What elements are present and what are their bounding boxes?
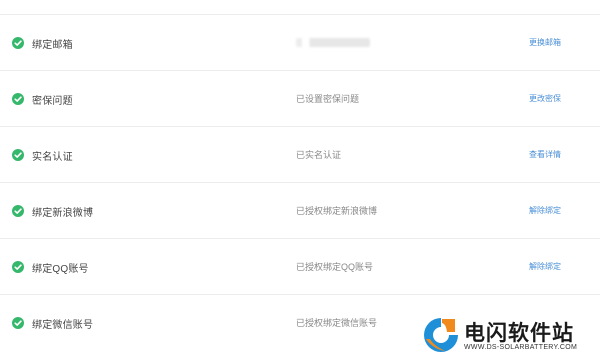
masked-email-value (296, 38, 370, 47)
account-security-list: 绑定邮箱 更换邮箱 密保问题 已设置密保问题 更改密保 实名认证 已实名认证 查… (0, 15, 600, 351)
list-item-qq: 绑定QQ账号 已授权绑定QQ账号 解除绑定 (0, 239, 600, 295)
item-label: 绑定新浪微博 (32, 208, 94, 219)
item-label: 绑定QQ账号 (32, 264, 89, 275)
item-label: 绑定邮箱 (32, 40, 73, 51)
item-status: 已设置密保问题 (296, 94, 360, 104)
view-details-link[interactable]: 查看详情 (529, 149, 561, 160)
logo-icon (421, 315, 461, 355)
item-label: 实名认证 (32, 152, 73, 163)
change-email-link[interactable]: 更换邮箱 (529, 37, 561, 48)
list-item-real-name: 实名认证 已实名认证 查看详情 (0, 127, 600, 183)
watermark-url: WWW.DS-SOLARBATTERY.COM (464, 344, 578, 351)
unbind-qq-link[interactable]: 解除绑定 (529, 261, 561, 272)
item-status: 已实名认证 (296, 150, 342, 160)
check-circle-icon (12, 205, 24, 217)
watermark: 电闪软件站 WWW.DS-SOLARBATTERY.COM (413, 311, 600, 362)
item-status: 已授权绑定微信账号 (296, 318, 378, 328)
list-item-weibo: 绑定新浪微博 已授权绑定新浪微博 解除绑定 (0, 183, 600, 239)
item-status: 已授权绑定QQ账号 (296, 262, 374, 272)
check-circle-icon (12, 317, 24, 329)
list-item-email: 绑定邮箱 更换邮箱 (0, 15, 600, 71)
item-label: 绑定微信账号 (32, 320, 94, 331)
item-label: 密保问题 (32, 96, 73, 107)
list-item-security-question: 密保问题 已设置密保问题 更改密保 (0, 71, 600, 127)
change-security-question-link[interactable]: 更改密保 (529, 93, 561, 104)
item-status: 已授权绑定新浪微博 (296, 206, 378, 216)
check-circle-icon (12, 149, 24, 161)
watermark-title: 电闪软件站 (464, 321, 574, 345)
check-circle-icon (12, 93, 24, 105)
check-circle-icon (12, 261, 24, 273)
unbind-weibo-link[interactable]: 解除绑定 (529, 205, 561, 216)
check-circle-icon (12, 37, 24, 49)
